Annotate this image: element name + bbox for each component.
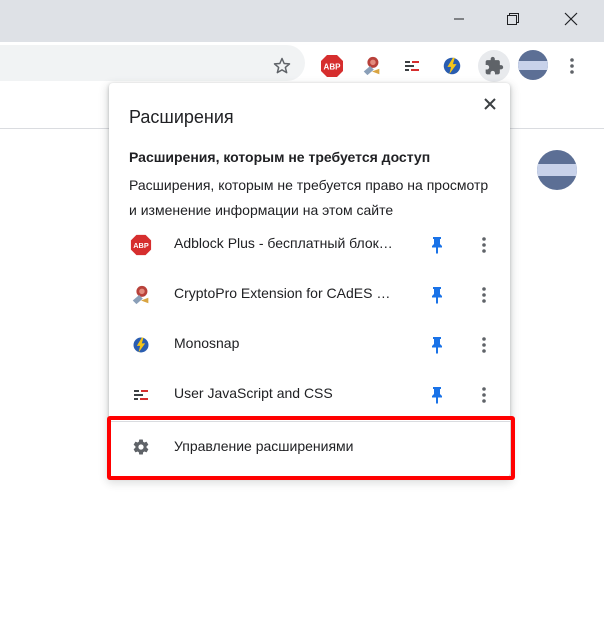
kebab-menu-icon <box>482 287 486 303</box>
pin-icon <box>432 237 442 254</box>
pin-button[interactable] <box>426 283 448 307</box>
section-title: Расширения, которым не требуется доступ <box>129 149 431 165</box>
abp-badge-text: ABP <box>133 241 149 250</box>
user-js-css-toolbar-button[interactable] <box>398 52 426 80</box>
pin-button[interactable] <box>426 333 448 357</box>
highlight-box <box>107 416 515 480</box>
extension-name: User JavaScript and CSS <box>174 385 333 401</box>
profile-avatar[interactable] <box>518 50 548 80</box>
close-icon <box>564 12 578 26</box>
kebab-menu-icon <box>482 237 486 253</box>
star-icon <box>273 57 291 74</box>
close-window-button[interactable] <box>548 0 594 38</box>
adblock-plus-icon: ABP <box>321 55 343 77</box>
more-actions-button[interactable] <box>474 333 494 357</box>
restore-button[interactable] <box>490 0 536 38</box>
extension-row-cryptopro[interactable]: CryptoPro Extension for CAdES Browser Pl… <box>109 270 510 320</box>
minimize-button[interactable] <box>436 0 482 38</box>
section-description: Расширения, которым не требуется право н… <box>129 177 489 218</box>
monosnap-toolbar-button[interactable] <box>438 52 466 80</box>
kebab-menu-icon <box>570 58 574 74</box>
pin-icon <box>432 337 442 354</box>
extension-row-monosnap[interactable]: Monosnap <box>109 320 510 370</box>
restore-icon <box>507 13 519 25</box>
pin-icon <box>432 287 442 304</box>
bookmark-star-button[interactable] <box>268 52 296 80</box>
page-profile-avatar[interactable] <box>537 150 577 190</box>
more-actions-button[interactable] <box>474 283 494 307</box>
kebab-menu-icon <box>482 387 486 403</box>
chrome-menu-button[interactable] <box>558 52 586 80</box>
extension-row-adblock[interactable]: ABP Adblock Plus - бесплатный блокировщи… <box>109 220 510 270</box>
user-js-css-icon <box>129 383 153 407</box>
minimize-icon <box>454 18 464 20</box>
abp-icon: ABP <box>129 233 153 257</box>
extension-name: Monosnap <box>174 335 240 351</box>
window-titlebar <box>0 0 604 42</box>
adblock-toolbar-button[interactable]: ABP <box>318 52 346 80</box>
monosnap-icon <box>129 333 153 357</box>
pin-icon <box>432 387 442 404</box>
extensions-button[interactable] <box>478 50 510 82</box>
close-icon <box>484 98 496 110</box>
more-actions-button[interactable] <box>474 233 494 257</box>
monosnap-icon <box>443 57 461 75</box>
cryptopro-icon <box>129 283 153 307</box>
kebab-menu-icon <box>482 337 486 353</box>
popup-title: Расширения <box>129 107 234 127</box>
puzzle-extensions-icon <box>485 56 504 75</box>
user-javascript-css-icon <box>405 61 419 71</box>
svg-text:ABP: ABP <box>324 63 342 72</box>
popup-close-button[interactable] <box>479 93 501 115</box>
cryptopro-toolbar-button[interactable] <box>358 52 386 80</box>
extension-name: CryptoPro Extension for CAdES Browser Pl… <box>174 285 396 301</box>
extension-row-user-js-css[interactable]: User JavaScript and CSS <box>109 370 510 420</box>
pin-button[interactable] <box>426 383 448 407</box>
more-actions-button[interactable] <box>474 383 494 407</box>
pin-button[interactable] <box>426 233 448 257</box>
address-bar[interactable] <box>0 45 305 81</box>
extension-name: Adblock Plus - бесплатный блокировщик ре… <box>174 235 396 251</box>
cryptopro-icon <box>363 56 380 76</box>
